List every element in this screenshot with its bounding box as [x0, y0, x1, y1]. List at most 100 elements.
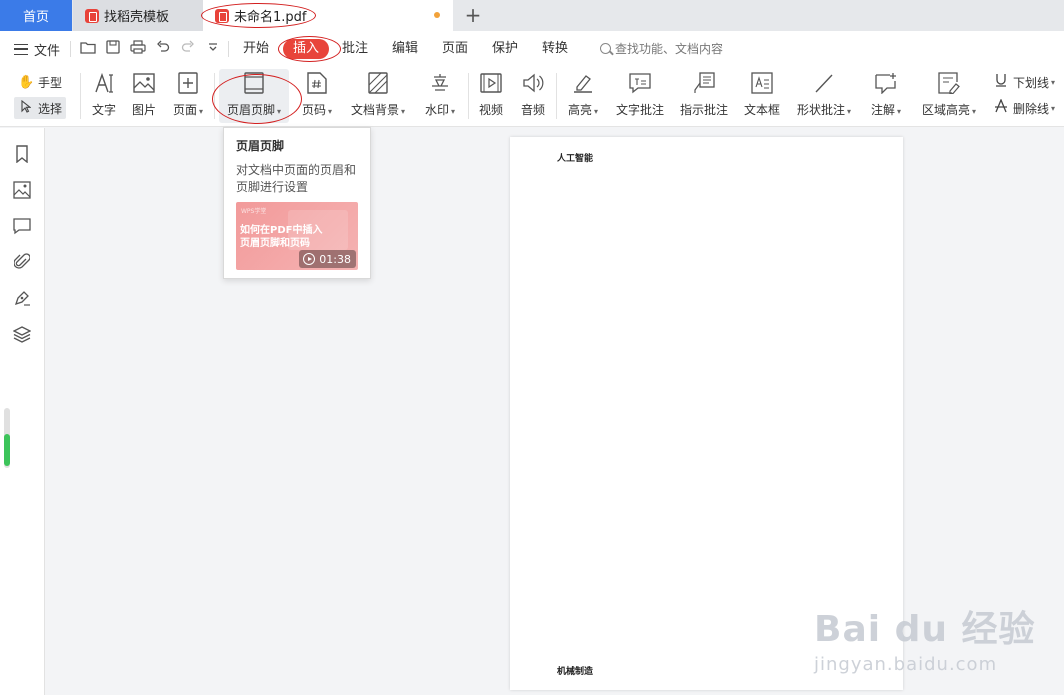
select-mode-button[interactable]: 选择: [14, 97, 67, 119]
redo-icon[interactable]: [179, 40, 197, 58]
insert-text-button[interactable]: 文字: [91, 71, 117, 118]
watermark-button[interactable]: 水印 ▾: [422, 71, 458, 118]
pointer-comment-button[interactable]: 指示批注: [679, 71, 729, 118]
watermark-label: 水印 ▾: [424, 103, 456, 117]
thumbnail-caption-line1: 如何在PDF中插入: [240, 225, 323, 236]
header-footer-label: 页眉页脚 ▾: [226, 103, 282, 117]
add-page-icon: [176, 71, 200, 95]
divider: [80, 73, 81, 119]
annotation-icon: [874, 71, 898, 95]
search-icon: [600, 43, 611, 54]
tab-start[interactable]: 开始: [243, 40, 269, 58]
hand-mode-button[interactable]: ✋ 手型: [14, 71, 66, 93]
textbox-label: 文本框: [743, 103, 780, 117]
open-folder-icon[interactable]: [79, 40, 97, 58]
header-footer-icon: [242, 71, 266, 95]
undo-icon[interactable]: [154, 40, 172, 58]
shape-comment-button[interactable]: 形状批注 ▾: [795, 71, 853, 118]
tutorial-video-thumbnail[interactable]: WPS学堂 如何在PDF中插入 页眉页脚和页码 01:38: [236, 202, 358, 270]
tab-comment[interactable]: 批注: [342, 40, 368, 58]
insert-audio-label: 音频: [520, 103, 545, 117]
menu-bar: 文件 开始 插入 批注 编辑 页面 保护 转换 查找功能、文档内容: [0, 31, 1064, 67]
text-icon: [92, 71, 116, 95]
tab-edit[interactable]: 编辑: [392, 40, 418, 58]
pdf-file-icon: [215, 8, 229, 23]
watermark-icon: [428, 71, 452, 95]
cursor-icon: [18, 99, 34, 117]
search-box[interactable]: 查找功能、文档内容: [600, 40, 723, 57]
annotation-button[interactable]: 注解 ▾: [867, 71, 905, 118]
document-background-label: 文档背景 ▾: [350, 103, 406, 117]
highlight-button[interactable]: 高亮 ▾: [565, 71, 601, 118]
divider: [70, 41, 71, 57]
insert-image-label: 图片: [131, 103, 156, 117]
tab-document[interactable]: 未命名1.pdf: [203, 0, 453, 31]
insert-audio-button[interactable]: 音频: [520, 71, 546, 118]
docer-logo-icon: [85, 8, 99, 23]
underline-label: 下划线: [1013, 75, 1050, 90]
shape-comment-label: 形状批注 ▾: [796, 103, 852, 117]
strikethrough-button[interactable]: 删除线 ▾: [993, 98, 1055, 117]
baidu-watermark: Bai du 经验 jingyan.baidu.com: [814, 600, 1044, 675]
area-highlight-button[interactable]: 区域高亮 ▾: [919, 71, 979, 118]
thumbnail-icon[interactable]: [12, 180, 32, 200]
video-duration: 01:38: [319, 252, 351, 266]
text-comment-button[interactable]: 文字批注: [615, 71, 665, 118]
document-background-button[interactable]: 文档背景 ▾: [349, 71, 407, 118]
page-number-icon: [305, 71, 329, 95]
signature-icon[interactable]: [12, 288, 32, 308]
watermark-main-text: Bai du 经验: [814, 609, 1036, 650]
insert-image-button[interactable]: 图片: [131, 71, 157, 118]
video-duration-badge: 01:38: [299, 250, 356, 268]
strikethrough-icon: [993, 98, 1009, 117]
underline-icon: [993, 73, 1009, 91]
tooltip-title: 页眉页脚: [236, 139, 285, 153]
insert-page-button[interactable]: 页面 ▾: [170, 71, 206, 118]
tab-home[interactable]: 首页: [0, 0, 72, 31]
text-comment-icon: [628, 71, 652, 95]
print-icon[interactable]: [129, 40, 147, 58]
background-icon: [366, 71, 390, 95]
save-icon[interactable]: [104, 40, 122, 58]
underline-button[interactable]: 下划线 ▾: [993, 73, 1055, 91]
page-header-text: 人工智能: [557, 154, 594, 164]
tab-insert[interactable]: 插入: [283, 39, 330, 59]
comment-icon[interactable]: [12, 216, 32, 236]
annotation-label: 注解 ▾: [870, 103, 902, 117]
unsaved-dot-icon: [434, 12, 440, 18]
video-icon: [479, 71, 503, 95]
divider: [468, 73, 469, 119]
new-tab-button[interactable]: +: [462, 3, 484, 27]
highlight-label: 高亮 ▾: [567, 103, 599, 117]
divider: [214, 73, 215, 119]
page-number-button[interactable]: 页码 ▾: [299, 71, 335, 118]
bookmark-icon[interactable]: [12, 144, 32, 164]
thumbnail-caption-line2: 页眉页脚和页码: [240, 238, 310, 249]
watermark-url: jingyan.baidu.com: [814, 654, 998, 675]
divider: [228, 41, 229, 57]
sidebar-scrollbar-thumb[interactable]: [4, 434, 10, 466]
menu-hamburger-icon: [14, 44, 28, 55]
textbox-icon: [750, 71, 774, 95]
layers-icon[interactable]: [12, 324, 32, 344]
textbox-button[interactable]: 文本框: [743, 71, 781, 118]
thumbnail-brand: WPS学堂: [241, 208, 267, 215]
header-footer-button[interactable]: 页眉页脚 ▾: [219, 69, 289, 123]
insert-video-button[interactable]: 视频: [478, 71, 504, 118]
tab-template[interactable]: 找稻壳模板: [73, 0, 203, 31]
insert-text-label: 文字: [91, 103, 116, 117]
image-icon: [132, 71, 156, 95]
file-menu-label: 文件: [34, 44, 61, 59]
tab-convert[interactable]: 转换: [542, 40, 568, 58]
pointer-comment-icon: [692, 71, 716, 95]
tab-bar: 首页 找稻壳模板 未命名1.pdf +: [0, 0, 1064, 31]
hand-icon: ✋: [18, 74, 35, 90]
file-menu[interactable]: 文件: [14, 40, 60, 59]
customize-toolbar-icon[interactable]: [204, 40, 222, 58]
tab-page[interactable]: 页面: [442, 40, 468, 58]
hand-mode-label: 手型: [38, 75, 63, 90]
insert-page-label: 页面 ▾: [172, 103, 204, 117]
strikethrough-label: 删除线: [1013, 101, 1050, 116]
attachment-icon[interactable]: [12, 252, 32, 272]
tab-protect[interactable]: 保护: [492, 40, 518, 58]
